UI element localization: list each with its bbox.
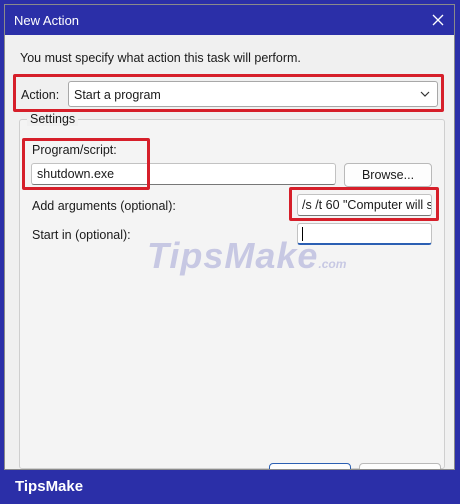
- cancel-button[interactable]: [359, 463, 441, 469]
- browse-button[interactable]: Browse...: [344, 163, 432, 187]
- footer-brand: TipsMake: [15, 478, 84, 495]
- new-action-dialog: New Action You must specify what action …: [4, 4, 455, 470]
- start-in-label: Start in (optional):: [32, 228, 131, 242]
- highlight-action: [13, 74, 444, 112]
- close-icon: [432, 14, 444, 26]
- ok-button[interactable]: [269, 463, 351, 469]
- settings-label: Settings: [27, 112, 79, 126]
- watermark-logo: TipsMake.com: [147, 235, 346, 277]
- dialog-title: New Action: [14, 13, 80, 28]
- watermark-text: TipsMake: [147, 235, 319, 276]
- highlight-program: [22, 138, 150, 190]
- watermark-suffix: .com: [318, 257, 347, 271]
- dialog-body: You must specify what action this task w…: [5, 35, 454, 469]
- title-bar[interactable]: New Action: [5, 5, 454, 35]
- highlight-arguments: [289, 187, 439, 221]
- add-arguments-label: Add arguments (optional):: [32, 199, 176, 213]
- close-button[interactable]: [426, 8, 450, 32]
- instruction-text: You must specify what action this task w…: [20, 51, 301, 65]
